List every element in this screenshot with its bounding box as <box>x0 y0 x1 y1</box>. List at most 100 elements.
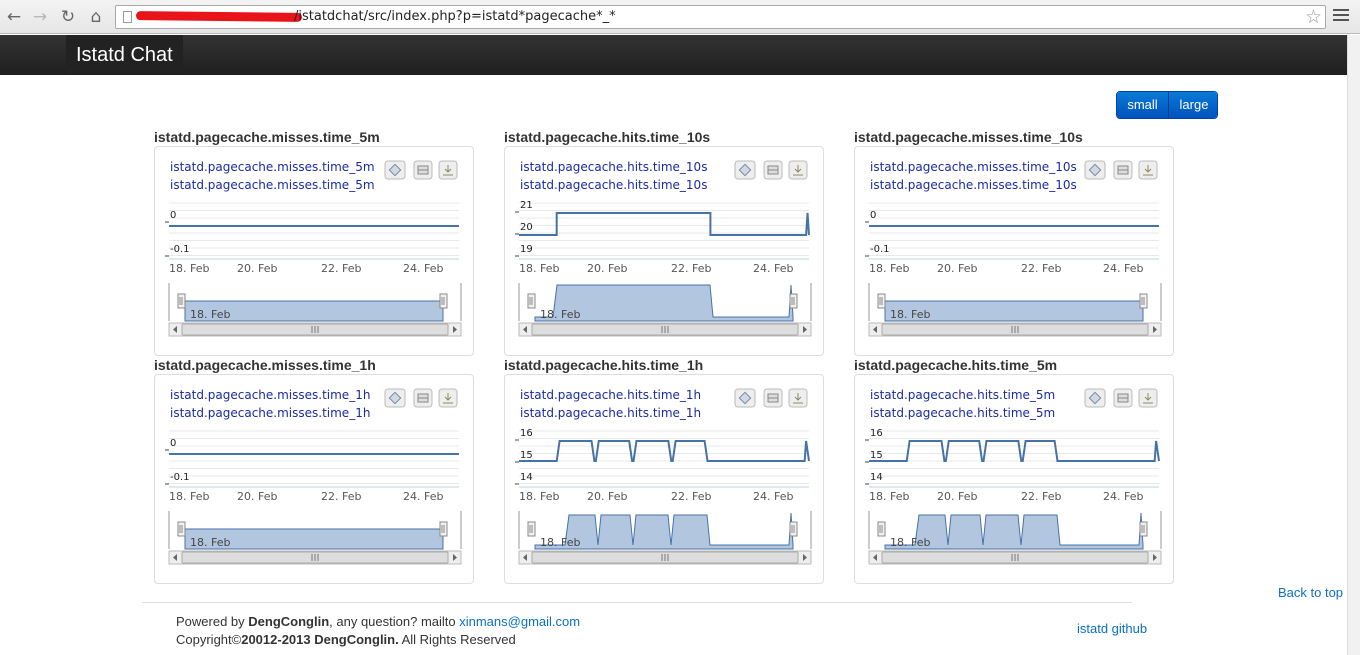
grid-lines <box>519 430 809 484</box>
navigator-handle[interactable] <box>439 521 448 537</box>
navigator-handle[interactable] <box>527 293 536 309</box>
navigator-handle[interactable] <box>177 521 186 537</box>
powered-prefix: Powered by <box>176 614 249 629</box>
navigator-handle[interactable] <box>177 293 186 309</box>
navigator-handle[interactable] <box>877 521 886 537</box>
export-icon[interactable] <box>788 160 808 180</box>
bookmark-star-icon[interactable]: ☆ <box>1305 6 1322 28</box>
navigator-scrollbar[interactable] <box>868 322 1162 337</box>
home-icon[interactable]: ⌂ <box>85 6 107 28</box>
small-button[interactable]: small <box>1117 92 1169 118</box>
y-tick-label: -0.1 <box>170 472 190 483</box>
navigator-label: 18. Feb <box>890 536 930 549</box>
navigator-handle[interactable] <box>527 521 536 537</box>
footer-powered: Powered by DengConglin, any question? ma… <box>176 614 580 629</box>
export-icon[interactable] <box>788 388 808 408</box>
navigator-label: 18. Feb <box>890 308 930 321</box>
legend-item[interactable]: istatd.pagecache.misses.time_10s <box>870 178 1077 192</box>
print-icon[interactable] <box>413 160 433 180</box>
reset-zoom-icon[interactable] <box>734 160 756 180</box>
print-icon[interactable] <box>413 388 433 408</box>
navigator-handle[interactable] <box>789 521 798 537</box>
navigator[interactable]: 18. Feb <box>518 511 812 550</box>
legend-item[interactable]: istatd.pagecache.hits.time_10s <box>520 178 707 192</box>
large-button[interactable]: large <box>1169 92 1217 118</box>
navigator-handle[interactable] <box>1139 521 1148 537</box>
browser-menu-icon[interactable] <box>1333 9 1349 23</box>
forward-arrow-icon[interactable]: → <box>29 6 51 28</box>
legend-item[interactable]: istatd.pagecache.hits.time_5m <box>870 406 1055 420</box>
navigator-scrollbar[interactable] <box>518 322 812 337</box>
series-line[interactable] <box>519 212 810 236</box>
legend-item[interactable]: istatd.pagecache.misses.time_5m <box>170 160 375 174</box>
reset-zoom-icon[interactable] <box>384 160 406 180</box>
navigator-scrollbar[interactable] <box>168 550 462 565</box>
grid-lines <box>169 430 459 484</box>
navigator-scrollbar[interactable] <box>168 322 462 337</box>
print-icon[interactable] <box>763 160 783 180</box>
navigator[interactable]: 18. Feb <box>868 511 1162 550</box>
series-line[interactable] <box>519 440 810 462</box>
legend-item[interactable]: istatd.pagecache.hits.time_5m <box>870 388 1055 402</box>
navigator-label: 18. Feb <box>190 536 230 549</box>
x-tick-label: 18. Feb <box>869 490 909 503</box>
navigator[interactable]: 18. Feb <box>518 283 812 322</box>
navigator-scrollbar[interactable] <box>518 550 812 565</box>
x-tick-label: 18. Feb <box>519 490 559 503</box>
reset-zoom-icon[interactable] <box>1084 160 1106 180</box>
legend-item[interactable]: istatd.pagecache.misses.time_1h <box>170 388 370 402</box>
reset-zoom-icon[interactable] <box>734 388 756 408</box>
print-icon[interactable] <box>1113 388 1133 408</box>
x-tick-label: 24. Feb <box>403 490 443 503</box>
navigator-handle[interactable] <box>789 293 798 309</box>
copyright-suffix: All Rights Reserved <box>398 632 516 647</box>
navigator-handle[interactable] <box>439 293 448 309</box>
legend-item[interactable]: istatd.pagecache.misses.time_10s <box>870 160 1077 174</box>
reset-zoom-icon[interactable] <box>384 388 406 408</box>
reset-zoom-icon[interactable] <box>1084 388 1106 408</box>
reload-icon[interactable]: ↻ <box>57 6 79 28</box>
navigator-label: 18. Feb <box>190 308 230 321</box>
print-icon[interactable] <box>763 388 783 408</box>
address-bar[interactable]: /istatdchat/src/index.php?p=istatd*pagec… <box>115 5 1326 29</box>
chart-svg: istatd.pagecache.hits.time_1h istatd.page… <box>515 388 812 565</box>
navigator-handle[interactable] <box>877 293 886 309</box>
series-line[interactable] <box>869 440 1160 462</box>
legend-item[interactable]: istatd.pagecache.misses.time_5m <box>170 178 375 192</box>
y-tick-label: -0.1 <box>170 244 190 255</box>
size-toggle: small large <box>1116 91 1218 119</box>
x-tick-label: 18. Feb <box>169 262 209 275</box>
navigator-handle[interactable] <box>1139 293 1148 309</box>
navigator[interactable]: 18. Feb <box>168 511 462 550</box>
legend-item[interactable]: istatd.pagecache.hits.time_1h <box>520 388 701 402</box>
x-tick-label: 24. Feb <box>1103 262 1143 275</box>
export-icon[interactable] <box>438 160 458 180</box>
export-icon[interactable] <box>1138 160 1158 180</box>
brand-link[interactable]: Istatd Chat <box>66 35 183 75</box>
back-to-top-link[interactable]: Back to top <box>1278 585 1343 600</box>
footer-copyright: Copyright©20012-2013 DengConglin. All Ri… <box>176 632 516 647</box>
export-icon[interactable] <box>438 388 458 408</box>
y-tick-label: 0 <box>170 210 176 221</box>
chart-panel: istatd.pagecache.misses.time_5m istatd.pa… <box>154 146 474 356</box>
x-tick-label: 18. Feb <box>519 262 559 275</box>
legend-item[interactable]: istatd.pagecache.hits.time_10s <box>520 160 707 174</box>
back-arrow-icon[interactable]: ← <box>3 6 25 28</box>
export-icon[interactable] <box>1138 388 1158 408</box>
url-text[interactable]: /istatdchat/src/index.php?p=istatd*pagec… <box>294 9 616 24</box>
print-icon[interactable] <box>1113 160 1133 180</box>
legend-item[interactable]: istatd.pagecache.hits.time_1h <box>520 406 701 420</box>
top-navbar: Istatd Chat <box>0 35 1347 75</box>
x-tick-label: 22. Feb <box>1021 262 1061 275</box>
github-link[interactable]: istatd github <box>1077 621 1147 636</box>
y-tick-label: 14 <box>520 472 533 483</box>
email-link[interactable]: xinmans@gmail.com <box>459 614 580 629</box>
navigator[interactable]: 18. Feb <box>868 283 1162 322</box>
x-tick-label: 20. Feb <box>587 262 627 275</box>
page-scrollbar[interactable] <box>1347 35 1360 655</box>
navigator-scrollbar[interactable] <box>868 550 1162 565</box>
footer-divider <box>142 602 1132 603</box>
legend-item[interactable]: istatd.pagecache.misses.time_1h <box>170 406 370 420</box>
chart-title: istatd.pagecache.hits.time_10s <box>504 129 711 145</box>
navigator[interactable]: 18. Feb <box>168 283 462 322</box>
